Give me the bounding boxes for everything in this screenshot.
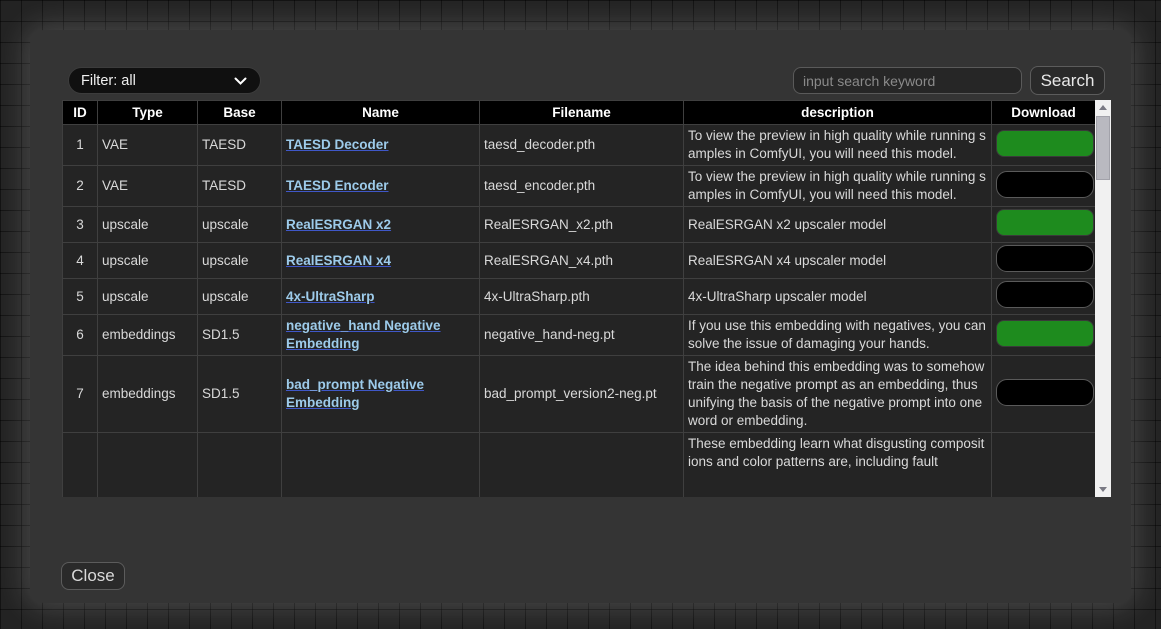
model-name-link[interactable]: bad_prompt Negative Embedding xyxy=(286,377,424,410)
scrollbar-down-arrow-icon[interactable] xyxy=(1095,482,1111,497)
table-header-row: ID Type Base Name Filename description D… xyxy=(63,101,1096,125)
cell-type: VAE xyxy=(98,125,198,166)
cell-filename: taesd_decoder.pth xyxy=(480,125,684,166)
cell-name: RealESRGAN x4 xyxy=(282,243,480,279)
cell-description: If you use this embedding with negatives… xyxy=(684,315,992,356)
header-id: ID xyxy=(63,101,98,125)
table-row: 4 upscale upscale RealESRGAN x4 RealESRG… xyxy=(63,243,1096,279)
cell-base: upscale xyxy=(198,279,282,315)
download-button[interactable] xyxy=(996,379,1094,406)
scrollbar-up-arrow-icon[interactable] xyxy=(1095,100,1111,115)
cell-base: TAESD xyxy=(198,125,282,166)
table-row: 7 embeddings SD1.5 bad_prompt Negative E… xyxy=(63,356,1096,433)
model-table: ID Type Base Name Filename description D… xyxy=(62,100,1096,497)
cell-id: 1 xyxy=(63,125,98,166)
cell-type: embeddings xyxy=(98,315,198,356)
cell-id: 5 xyxy=(63,279,98,315)
cell-download xyxy=(992,315,1096,356)
cell-filename: RealESRGAN_x4.pth xyxy=(480,243,684,279)
scrollbar-thumb[interactable] xyxy=(1096,116,1110,180)
model-install-dialog: Filter: all Search ID Type Base Name Fil… xyxy=(30,30,1131,603)
download-button[interactable] xyxy=(996,209,1094,236)
download-button[interactable] xyxy=(996,281,1094,308)
cell-description: The idea behind this embedding was to so… xyxy=(684,356,992,433)
cell-download xyxy=(992,166,1096,207)
table-row: 2 VAE TAESD TAESD Encoder taesd_encoder.… xyxy=(63,166,1096,207)
cell-id: 3 xyxy=(63,207,98,243)
cell-name: RealESRGAN x2 xyxy=(282,207,480,243)
cell-filename: bad_prompt_version2-neg.pt xyxy=(480,356,684,433)
model-table-container: ID Type Base Name Filename description D… xyxy=(62,100,1111,497)
model-name-link[interactable]: RealESRGAN x4 xyxy=(286,253,391,268)
cell-id xyxy=(63,433,98,498)
cell-type: upscale xyxy=(98,243,198,279)
cell-name: 4x-UltraSharp xyxy=(282,279,480,315)
chevron-down-icon xyxy=(234,73,247,89)
cell-download xyxy=(992,279,1096,315)
cell-description: RealESRGAN x2 upscaler model xyxy=(684,207,992,243)
cell-filename: 4x-UltraSharp.pth xyxy=(480,279,684,315)
cell-filename: taesd_encoder.pth xyxy=(480,166,684,207)
model-name-link[interactable]: TAESD Encoder xyxy=(286,178,389,193)
header-download: Download xyxy=(992,101,1096,125)
search-input[interactable] xyxy=(793,67,1022,94)
cell-base: TAESD xyxy=(198,166,282,207)
cell-filename: RealESRGAN_x2.pth xyxy=(480,207,684,243)
cell-name: bad_prompt Negative Embedding xyxy=(282,356,480,433)
model-name-link[interactable]: TAESD Decoder xyxy=(286,137,389,152)
model-name-link[interactable]: RealESRGAN x2 xyxy=(286,217,391,232)
cell-download xyxy=(992,243,1096,279)
cell-id: 7 xyxy=(63,356,98,433)
cell-id: 4 xyxy=(63,243,98,279)
close-button[interactable]: Close xyxy=(61,562,125,590)
cell-id: 2 xyxy=(63,166,98,207)
header-name: Name xyxy=(282,101,480,125)
cell-name: TAESD Decoder xyxy=(282,125,480,166)
cell-type: embeddings xyxy=(98,356,198,433)
cell-name: negative_hand Negative Embedding xyxy=(282,315,480,356)
cell-name xyxy=(282,433,480,498)
cell-filename: negative_hand-neg.pt xyxy=(480,315,684,356)
model-name-link[interactable]: negative_hand Negative Embedding xyxy=(286,318,441,351)
cell-type xyxy=(98,433,198,498)
download-button[interactable] xyxy=(996,320,1094,347)
table-row: 1 VAE TAESD TAESD Decoder taesd_decoder.… xyxy=(63,125,1096,166)
table-scrollbar[interactable] xyxy=(1095,100,1111,497)
cell-description: These embedding learn what disgusting co… xyxy=(684,433,992,498)
filter-select[interactable]: Filter: all xyxy=(68,67,261,94)
cell-name: TAESD Encoder xyxy=(282,166,480,207)
header-filename: Filename xyxy=(480,101,684,125)
cell-description: To view the preview in high quality whil… xyxy=(684,125,992,166)
header-type: Type xyxy=(98,101,198,125)
cell-download xyxy=(992,207,1096,243)
cell-base: upscale xyxy=(198,207,282,243)
cell-base: upscale xyxy=(198,243,282,279)
cell-download xyxy=(992,125,1096,166)
download-button[interactable] xyxy=(996,171,1094,198)
cell-base: SD1.5 xyxy=(198,356,282,433)
cell-type: upscale xyxy=(98,207,198,243)
header-description: description xyxy=(684,101,992,125)
cell-base xyxy=(198,433,282,498)
download-button[interactable] xyxy=(996,130,1094,157)
table-row: 5 upscale upscale 4x-UltraSharp 4x-Ultra… xyxy=(63,279,1096,315)
cell-type: VAE xyxy=(98,166,198,207)
cell-description: RealESRGAN x4 upscaler model xyxy=(684,243,992,279)
download-button[interactable] xyxy=(996,245,1094,272)
table-row: 3 upscale upscale RealESRGAN x2 RealESRG… xyxy=(63,207,1096,243)
cell-type: upscale xyxy=(98,279,198,315)
cell-id: 6 xyxy=(63,315,98,356)
cell-filename xyxy=(480,433,684,498)
cell-description: To view the preview in high quality whil… xyxy=(684,166,992,207)
cell-base: SD1.5 xyxy=(198,315,282,356)
table-row: 6 embeddings SD1.5 negative_hand Negativ… xyxy=(63,315,1096,356)
filter-select-value: Filter: all xyxy=(81,73,136,89)
cell-description: 4x-UltraSharp upscaler model xyxy=(684,279,992,315)
search-button[interactable]: Search xyxy=(1030,66,1105,95)
table-row: These embedding learn what disgusting co… xyxy=(63,433,1096,498)
cell-download xyxy=(992,356,1096,433)
model-name-link[interactable]: 4x-UltraSharp xyxy=(286,289,375,304)
header-base: Base xyxy=(198,101,282,125)
cell-download xyxy=(992,433,1096,498)
